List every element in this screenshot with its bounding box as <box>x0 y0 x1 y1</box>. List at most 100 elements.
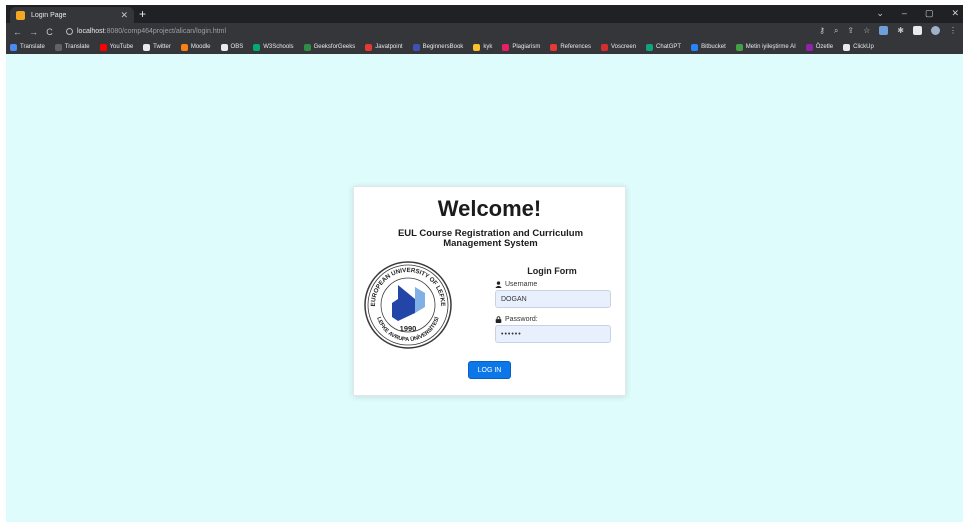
bookmark-label: Moodle <box>190 44 211 50</box>
bookmark-item[interactable]: kyk <box>473 43 493 51</box>
bookmark-favicon-icon <box>601 43 609 51</box>
bookmark-label: ClickUp <box>853 44 874 50</box>
screen: Login Page ✕ + ⌄ – ▢ ✕ ← → C localhost :… <box>0 0 963 522</box>
site-info-icon[interactable] <box>66 28 73 35</box>
bookmark-item[interactable]: Translate <box>10 43 45 51</box>
bookmark-favicon-icon <box>473 43 481 51</box>
bookmark-item[interactable]: YouTube <box>99 43 134 51</box>
browser-tab[interactable]: Login Page ✕ <box>10 7 134 23</box>
bookmark-item[interactable]: Bitbucket <box>691 43 726 51</box>
bookmark-item[interactable]: ChatGPT <box>646 43 681 51</box>
lock-icon <box>495 316 502 323</box>
bookmark-item[interactable]: Twitter <box>143 43 171 51</box>
bookmark-label: Voscreen <box>611 44 637 50</box>
username-input[interactable]: DOGAN <box>495 290 611 308</box>
bookmark-label: Bitbucket <box>701 44 726 50</box>
bookmark-item[interactable]: References <box>550 43 592 51</box>
tab-favicon-icon <box>16 10 25 20</box>
tab-title: Login Page <box>31 11 67 19</box>
username-label: Username <box>505 281 538 288</box>
page-title: Welcome! <box>437 196 542 221</box>
bookmark-favicon-icon <box>805 43 813 51</box>
bookmark-label: Translate <box>20 44 45 50</box>
maximize-button[interactable]: ▢ <box>925 7 934 19</box>
bookmark-item[interactable]: ClickUp <box>843 43 874 51</box>
bookmark-item[interactable]: Translate <box>54 43 90 51</box>
seal-year: 1990 <box>400 324 417 333</box>
window-controls: ⌄ – ▢ ✕ <box>876 7 959 19</box>
bookmark-label: Twitter <box>153 44 171 50</box>
profile-avatar[interactable] <box>931 26 940 35</box>
bookmark-item[interactable]: Plagiarism <box>502 43 541 51</box>
minimize-button[interactable]: – <box>902 7 907 19</box>
bookmark-favicon-icon <box>365 43 373 51</box>
close-window-button[interactable]: ✕ <box>951 7 959 19</box>
bookmark-item[interactable]: OBS <box>220 43 244 51</box>
bookmark-favicon-icon <box>99 43 107 51</box>
url-host: localhost <box>77 28 105 35</box>
browser-tab-bar: Login Page ✕ + ⌄ – ▢ ✕ <box>6 5 963 23</box>
bookmark-favicon-icon <box>735 43 743 51</box>
login-card: Welcome! EUL Course Registration and Cur… <box>353 186 626 396</box>
bookmark-label: OBS <box>230 44 244 50</box>
login-form-title: Login Form <box>527 266 577 276</box>
system-subtitle: EUL Course Registration and Curriculum M… <box>397 228 584 249</box>
browser-toolbar: ← → C localhost :8080/comp464project/ali… <box>6 23 963 40</box>
bookmark-favicon-icon <box>550 43 558 51</box>
bookmark-label: kyk <box>483 44 493 50</box>
bookmark-favicon-icon <box>180 43 188 51</box>
bookmark-item[interactable]: Özetle <box>805 43 834 51</box>
bookmark-item[interactable]: Metin iyileştirme AI <box>735 43 796 51</box>
user-icon <box>495 281 502 288</box>
university-seal-logo: EUROPEAN UNIVERSITY OF LEFKE LEFKE AVRUP… <box>364 261 452 349</box>
bookmark-favicon-icon <box>143 43 151 51</box>
url-path: :8080/comp464project/alican/login.html <box>104 28 227 35</box>
bookmark-star-icon[interactable]: ☆ <box>863 26 870 36</box>
key-icon[interactable]: ⚷ <box>819 26 825 36</box>
password-input[interactable]: •••••• <box>495 325 611 343</box>
bookmark-item[interactable]: Javatpoint <box>365 43 403 51</box>
extensions-puzzle-icon[interactable]: ✱ <box>897 26 904 36</box>
bookmark-label: References <box>560 44 592 50</box>
bookmark-label: Plagiarism <box>512 44 541 50</box>
bookmark-item[interactable]: Moodle <box>180 43 211 51</box>
bookmark-label: GeeksforGeeks <box>313 44 356 50</box>
bookmark-label: Özetle <box>815 44 834 50</box>
bookmark-item[interactable]: W3Schools <box>253 43 294 51</box>
close-tab-icon[interactable]: ✕ <box>120 10 128 20</box>
bookmark-label: YouTube <box>109 44 134 50</box>
bookmark-favicon-icon <box>691 43 699 51</box>
bookmark-label: Metin iyileştirme AI <box>745 44 796 50</box>
zoom-icon[interactable]: ⌕ <box>834 26 838 36</box>
bookmark-favicon-icon <box>843 43 851 51</box>
bookmark-label: Translate <box>64 44 90 50</box>
forward-button[interactable]: → <box>29 27 38 37</box>
tab-search-icon[interactable]: ⌄ <box>876 7 884 19</box>
bookmark-label: BeginnersBook <box>422 44 464 50</box>
bookmark-label: Javatpoint <box>375 44 403 50</box>
bookmark-favicon-icon <box>220 43 228 51</box>
login-button[interactable]: LOG IN <box>468 361 511 379</box>
username-label-row: Username <box>495 281 537 288</box>
extension-icon[interactable] <box>879 26 889 35</box>
bookmark-favicon-icon <box>412 43 420 51</box>
bookmark-item[interactable]: BeginnersBook <box>412 43 464 51</box>
bookmarks-bar: Translate Translate YouTube Twitter Moodle OB… <box>6 40 963 54</box>
share-icon[interactable]: ⇪ <box>847 26 854 36</box>
address-bar[interactable]: localhost :8080/comp464project/alican/lo… <box>61 25 821 38</box>
menu-icon[interactable]: ⋮ <box>949 26 957 36</box>
reload-button[interactable]: C <box>45 27 54 37</box>
new-tab-button[interactable]: + <box>139 7 146 21</box>
bookmark-item[interactable]: GeeksforGeeks <box>303 43 356 51</box>
toolbar-actions: ⚷ ⌕ ⇪ ☆ ✱ ⋮ <box>819 26 957 36</box>
password-label-row: Password: <box>495 316 538 323</box>
bookmark-item[interactable]: Voscreen <box>601 43 637 51</box>
bookmark-favicon-icon <box>10 43 17 51</box>
bookmark-favicon-icon <box>303 43 311 51</box>
bookmark-favicon-icon <box>646 43 654 51</box>
side-panel-icon[interactable] <box>913 26 922 35</box>
page-content: Welcome! EUL Course Registration and Cur… <box>6 54 963 522</box>
bookmark-label: W3Schools <box>263 44 294 50</box>
password-label: Password: <box>505 316 538 323</box>
back-button[interactable]: ← <box>13 27 22 37</box>
